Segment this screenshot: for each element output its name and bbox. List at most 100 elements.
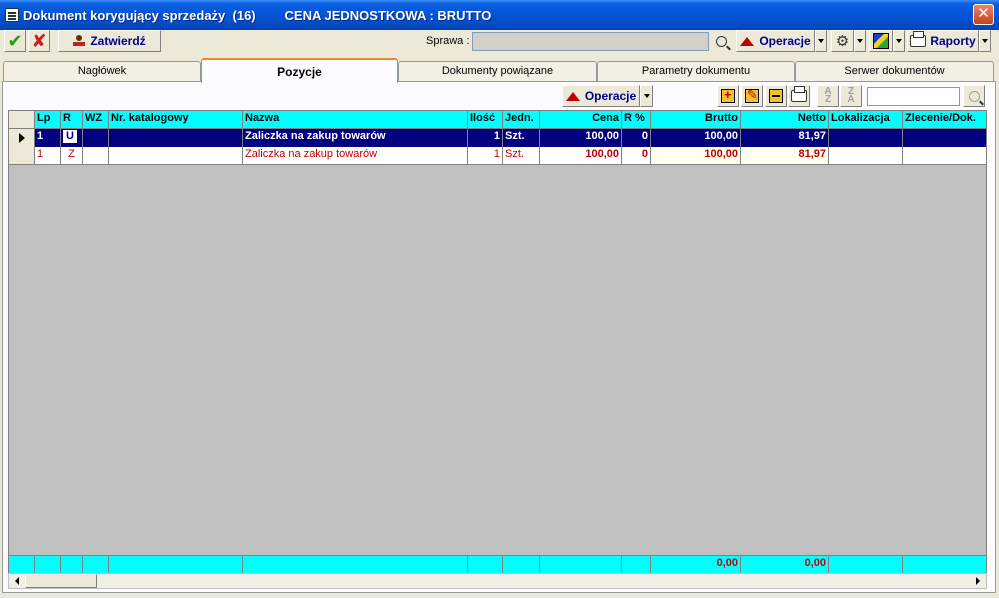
sort-desc-icon: ZA — [847, 86, 855, 105]
scrollbar-thumb[interactable] — [25, 574, 97, 588]
settings-dropdown-button[interactable] — [854, 30, 866, 52]
stamp-icon — [73, 35, 86, 47]
column-header-netto[interactable]: Netto — [741, 111, 829, 128]
close-window-button[interactable]: ✕ — [973, 4, 994, 25]
horizontal-scrollbar[interactable] — [8, 573, 987, 589]
raporty-label: Raporty — [930, 34, 976, 48]
tab-parametry-dokumentu[interactable]: Parametry dokumentu — [597, 61, 795, 82]
operacje-label: Operacje — [759, 34, 811, 48]
footer-cell — [540, 556, 622, 574]
chevron-down-icon — [857, 39, 863, 43]
tab-pozycje[interactable]: Pozycje — [201, 58, 398, 83]
column-header-jedn[interactable]: Jedn. — [503, 111, 540, 128]
document-app-icon — [5, 8, 19, 22]
footer-cell — [468, 556, 503, 574]
footer-brutto-total: 0,00 — [651, 556, 741, 574]
column-header-ilosc[interactable]: Ilość — [468, 111, 503, 128]
operacje-dropdown-button[interactable] — [815, 30, 827, 52]
grid-operacje-label: Operacje — [584, 89, 637, 103]
cell-rabat: 0 — [622, 129, 651, 147]
confirm-button[interactable]: Zatwierdź — [58, 30, 161, 52]
grid-search-input[interactable] — [867, 87, 960, 106]
scroll-right-button[interactable] — [970, 574, 986, 588]
cell-lokalizacja — [829, 147, 903, 164]
footer-cell — [829, 556, 903, 574]
raporty-dropdown-button[interactable] — [979, 30, 991, 52]
approve-button[interactable]: ✔ — [4, 30, 26, 52]
footer-cell — [9, 556, 35, 574]
column-header-rabat[interactable]: R % — [622, 111, 651, 128]
print-grid-button[interactable] — [788, 85, 810, 107]
cell-rabat: 0 — [622, 147, 651, 164]
chevron-down-icon — [643, 94, 650, 98]
sprawa-field[interactable] — [472, 32, 709, 51]
arrow-right-icon — [976, 577, 980, 585]
table-row[interactable]: 1 U Zaliczka na zakup towarów 1 Szt. 100… — [9, 129, 986, 147]
grid-operacje-dropdown-button[interactable] — [640, 85, 653, 107]
add-row-button[interactable] — [717, 85, 739, 107]
column-header-r[interactable]: R — [61, 111, 83, 128]
footer-cell — [61, 556, 83, 574]
indicator-header — [9, 111, 35, 128]
confirm-label: Zatwierdź — [90, 34, 146, 48]
grid-search-button[interactable] — [963, 85, 985, 107]
table-row[interactable]: 1 Z Zaliczka na zakup towarów 1 Szt. 100… — [9, 147, 986, 165]
grid-operacje-button[interactable]: Operacje — [562, 85, 640, 107]
cell-lp: 1 — [35, 129, 61, 147]
column-header-wz[interactable]: WZ — [83, 111, 109, 128]
column-header-zlecenie[interactable]: Zlecenie/Dok. — [903, 111, 986, 128]
cell-cena: 100,00 — [540, 129, 622, 147]
row-indicator — [9, 147, 35, 164]
color-scheme-button[interactable] — [869, 30, 893, 52]
color-scheme-dropdown-button[interactable] — [893, 30, 905, 52]
delete-row-button[interactable] — [765, 85, 787, 107]
cell-r-badge: U — [63, 130, 77, 143]
triangle-up-icon — [565, 91, 580, 101]
cell-ilosc: 1 — [468, 129, 503, 147]
cell-wz — [83, 129, 109, 147]
check-icon: ✔ — [7, 31, 23, 51]
operacje-button[interactable]: Operacje — [736, 30, 815, 52]
edit-icon — [745, 87, 759, 103]
magnifier-icon — [716, 36, 727, 47]
sprawa-search-button[interactable] — [711, 31, 732, 52]
tab-dokumenty-powiazane[interactable]: Dokumenty powiązane — [398, 61, 597, 82]
cell-jedn: Szt. — [503, 129, 540, 147]
tab-naglowek[interactable]: Nagłówek — [3, 61, 201, 82]
cell-lokalizacja — [829, 129, 903, 147]
column-header-nazwa[interactable]: Nazwa — [243, 111, 468, 128]
column-header-brutto[interactable]: Brutto — [651, 111, 741, 128]
column-header-lp[interactable]: Lp — [35, 111, 61, 128]
positions-grid: Lp R WZ Nr. katalogowy Nazwa Ilość Jedn.… — [8, 110, 987, 575]
add-icon — [721, 87, 735, 103]
cell-brutto: 100,00 — [651, 129, 741, 147]
title-bar: Dokument korygujący sprzedaży (16) CENA … — [0, 0, 999, 30]
main-toolbar: ✔ ✘ Zatwierdź Sprawa : Operacje ⚙ Raport… — [0, 30, 999, 56]
chevron-down-icon — [896, 39, 902, 43]
column-header-nr-katalogowy[interactable]: Nr. katalogowy — [109, 111, 243, 128]
cell-r: U — [61, 129, 83, 147]
cell-nr-katalogowy — [109, 147, 243, 164]
grid-header-row: Lp R WZ Nr. katalogowy Nazwa Ilość Jedn.… — [9, 111, 986, 129]
cancel-button[interactable]: ✘ — [28, 30, 50, 52]
footer-cell — [243, 556, 468, 574]
cell-nazwa: Zaliczka na zakup towarów — [243, 129, 468, 147]
settings-button[interactable]: ⚙ — [831, 30, 854, 52]
footer-cell — [622, 556, 651, 574]
printer-icon — [910, 31, 927, 47]
raporty-button[interactable]: Raporty — [907, 30, 979, 52]
column-header-lokalizacja[interactable]: Lokalizacja — [829, 111, 903, 128]
tab-strip: Nagłówek Pozycje Dokumenty powiązane Par… — [0, 58, 999, 83]
sort-asc-button[interactable]: AZ — [817, 85, 839, 107]
scroll-left-button[interactable] — [9, 574, 25, 588]
footer-cell — [109, 556, 243, 574]
edit-row-button[interactable] — [741, 85, 763, 107]
sort-desc-button[interactable]: ZA — [840, 85, 862, 107]
tab-serwer-dokumentow[interactable]: Serwer dokumentów — [795, 61, 994, 82]
column-header-cena[interactable]: Cena — [540, 111, 622, 128]
print-icon — [791, 86, 807, 102]
footer-cell — [83, 556, 109, 574]
footer-cell — [503, 556, 540, 574]
cell-nazwa: Zaliczka na zakup towarów — [243, 147, 468, 164]
footer-cell — [903, 556, 986, 574]
